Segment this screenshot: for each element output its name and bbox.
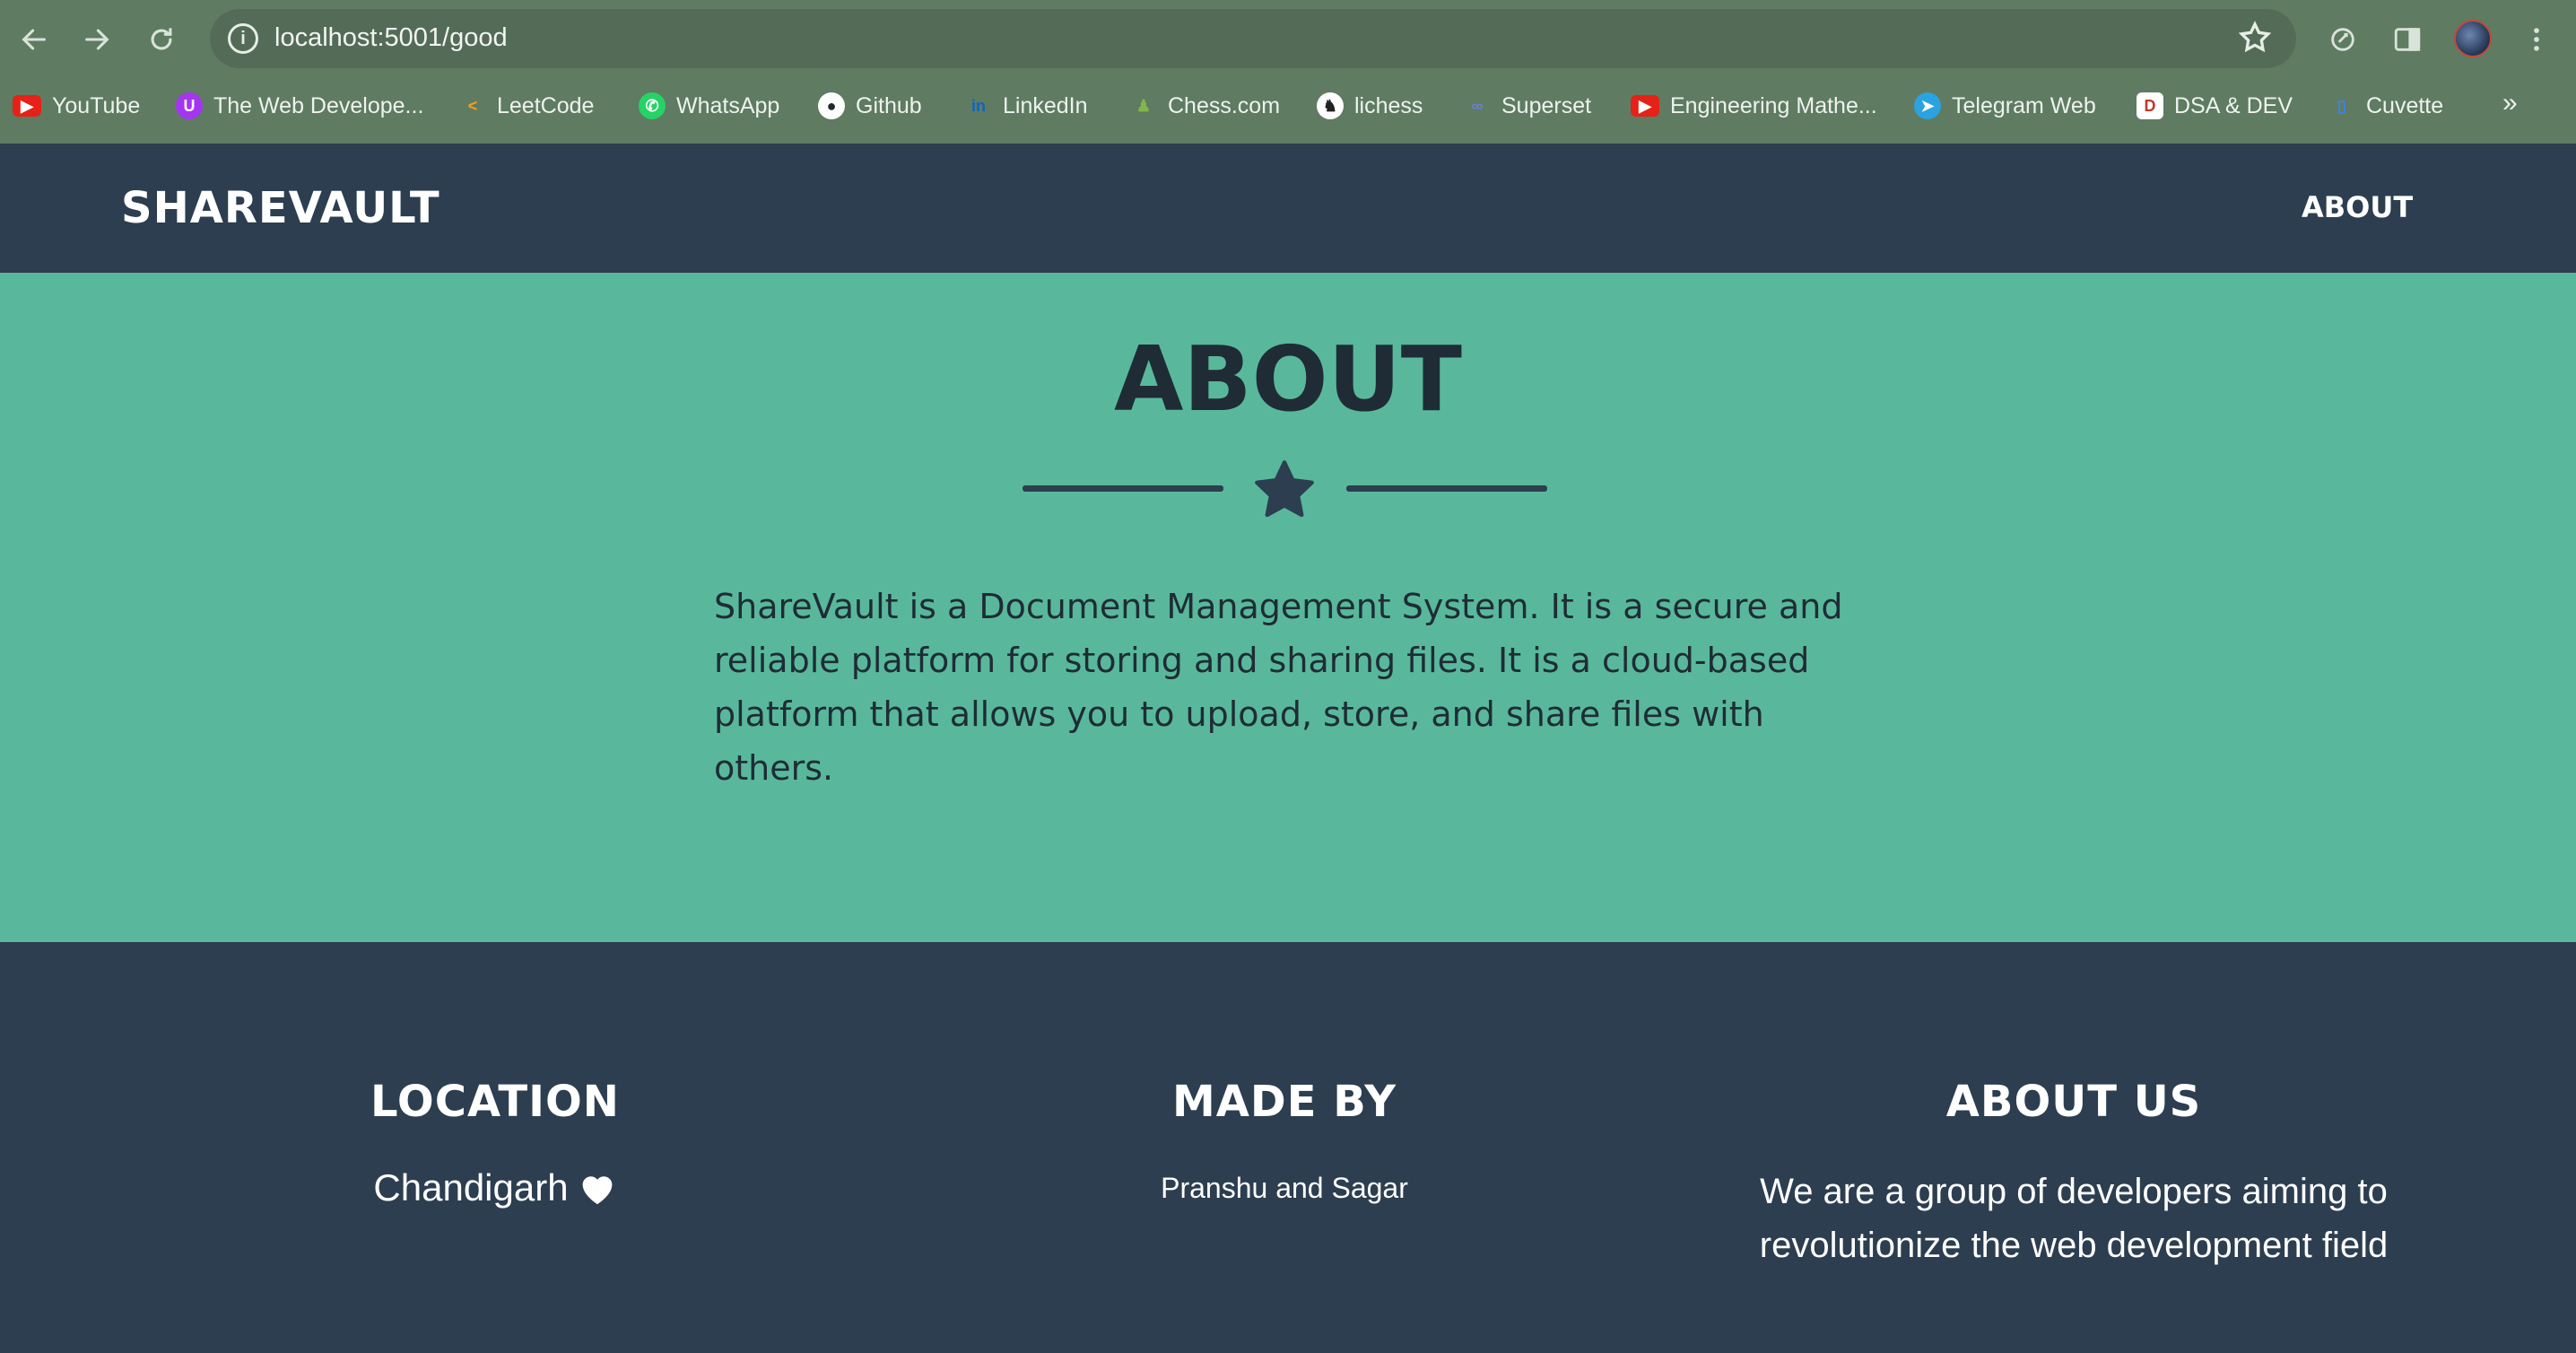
footer-about-us: ABOUT US We are a group of developers ai… — [1715, 1077, 2432, 1272]
telegram-icon: ➤ — [1914, 92, 1941, 119]
star-divider — [1023, 458, 1547, 519]
bookmark-label: lichess — [1354, 92, 1423, 118]
bookmark-web-developer[interactable]: U The Web Develope... — [176, 88, 423, 124]
github-icon: ● — [818, 92, 845, 119]
about-title: ABOUT — [1113, 327, 1463, 432]
bookmark-star-icon[interactable] — [2237, 20, 2273, 56]
bookmark-whatsapp[interactable]: ✆ WhatsApp — [639, 88, 779, 124]
location-line: Chandigarh — [298, 1166, 692, 1209]
linkedin-icon: in — [971, 96, 986, 115]
profile-avatar[interactable] — [2454, 20, 2492, 57]
bookmark-label: Superset — [1501, 92, 1592, 118]
extension-icon[interactable] — [2323, 20, 2363, 59]
more-bookmarks-icon[interactable]: » — [2502, 88, 2518, 118]
bookmark-superset[interactable]: ∞ Superset — [1464, 88, 1591, 124]
divider-line-left — [1023, 485, 1223, 492]
footer: LOCATION Chandigarh MADE BY Pranshu and … — [0, 942, 2576, 1353]
bookmark-label: DSA & DEV — [2174, 92, 2293, 118]
footer-location: LOCATION Chandigarh — [298, 1077, 692, 1209]
bookmark-leetcode[interactable]: < LeetCode — [459, 88, 595, 124]
chess-pawn-icon: ♟ — [1136, 96, 1152, 115]
superset-icon: ∞ — [1471, 96, 1484, 115]
leetcode-icon: < — [467, 96, 478, 115]
browser-chrome: i localhost:5001/good ▶ YouTube U The We… — [0, 0, 2576, 145]
lichess-icon: ♞ — [1317, 92, 1344, 119]
bookmark-chess-com[interactable]: ♟ Chess.com — [1130, 88, 1280, 124]
bookmark-cuvette[interactable]: ▯ Cuvette — [2328, 88, 2443, 124]
bookmark-engineering-mathematics[interactable]: ▶ Engineering Mathe... — [1631, 88, 1877, 124]
reload-icon[interactable] — [140, 18, 183, 61]
url-text[interactable]: localhost:5001/good — [274, 23, 508, 53]
about-description: ShareVault is a Document Management Syst… — [714, 587, 1843, 788]
bookmark-telegram-web[interactable]: ➤ Telegram Web — [1914, 88, 2096, 124]
location-text: Chandigarh — [373, 1166, 569, 1209]
udemy-icon: U — [176, 92, 203, 119]
bookmark-label: Chess.com — [1168, 92, 1281, 118]
footer-made-by: MADE BY Pranshu and Sagar — [1087, 1077, 1482, 1205]
menu-kebab-icon[interactable] — [2517, 20, 2556, 59]
bookmark-label: WhatsApp — [676, 92, 780, 118]
address-bar[interactable]: i localhost:5001/good — [210, 9, 2296, 68]
bookmark-lichess[interactable]: ♞ lichess — [1317, 88, 1423, 124]
back-icon[interactable] — [13, 18, 56, 61]
bookmark-youtube[interactable]: ▶ YouTube — [13, 88, 140, 124]
bookmark-linkedin[interactable]: in LinkedIn — [965, 88, 1088, 124]
youtube-icon: ▶ — [1631, 95, 1659, 117]
bookmark-label: The Web Develope... — [213, 92, 424, 118]
cuvette-icon: ▯ — [2337, 96, 2346, 115]
bookmark-dsa-dev[interactable]: D DSA & DEV — [2137, 88, 2293, 124]
bookmark-label: Engineering Mathe... — [1670, 92, 1877, 118]
bookmark-github[interactable]: ● Github — [818, 88, 922, 124]
about-section: ABOUT ShareVault is a Document Managemen… — [0, 273, 2576, 942]
bookmark-label: LeetCode — [497, 92, 595, 118]
bookmark-label: YouTube — [52, 92, 141, 118]
heart-icon — [578, 1170, 617, 1206]
bookmark-label: Telegram Web — [1952, 92, 2096, 118]
site-navbar: SHAREVAULT ABOUT — [0, 144, 2576, 273]
made-by-title: MADE BY — [1172, 1077, 1397, 1127]
youtube-icon: ▶ — [13, 95, 41, 117]
nav-link-about[interactable]: ABOUT — [2302, 190, 2413, 224]
notion-icon: D — [2137, 92, 2163, 119]
bookmark-label: Cuvette — [2366, 92, 2444, 118]
about-us-text: We are a group of developers aiming to r… — [1759, 1172, 2389, 1265]
location-title: LOCATION — [370, 1077, 620, 1127]
bookmark-label: Github — [856, 92, 922, 118]
brand-logo[interactable]: SHAREVAULT — [121, 183, 440, 233]
about-us-title: ABOUT US — [1945, 1077, 2202, 1127]
bookmark-label: LinkedIn — [1003, 92, 1088, 118]
site-info-icon[interactable]: i — [228, 23, 258, 54]
star-icon — [1250, 458, 1318, 522]
side-panel-icon[interactable] — [2388, 20, 2427, 59]
whatsapp-icon: ✆ — [639, 92, 666, 119]
divider-line-right — [1346, 485, 1547, 492]
forward-icon[interactable] — [75, 18, 118, 61]
bookmarks-bar: ▶ YouTube U The Web Develope... < LeetCo… — [0, 81, 2576, 131]
made-by-text: Pranshu and Sagar — [1161, 1172, 1408, 1204]
